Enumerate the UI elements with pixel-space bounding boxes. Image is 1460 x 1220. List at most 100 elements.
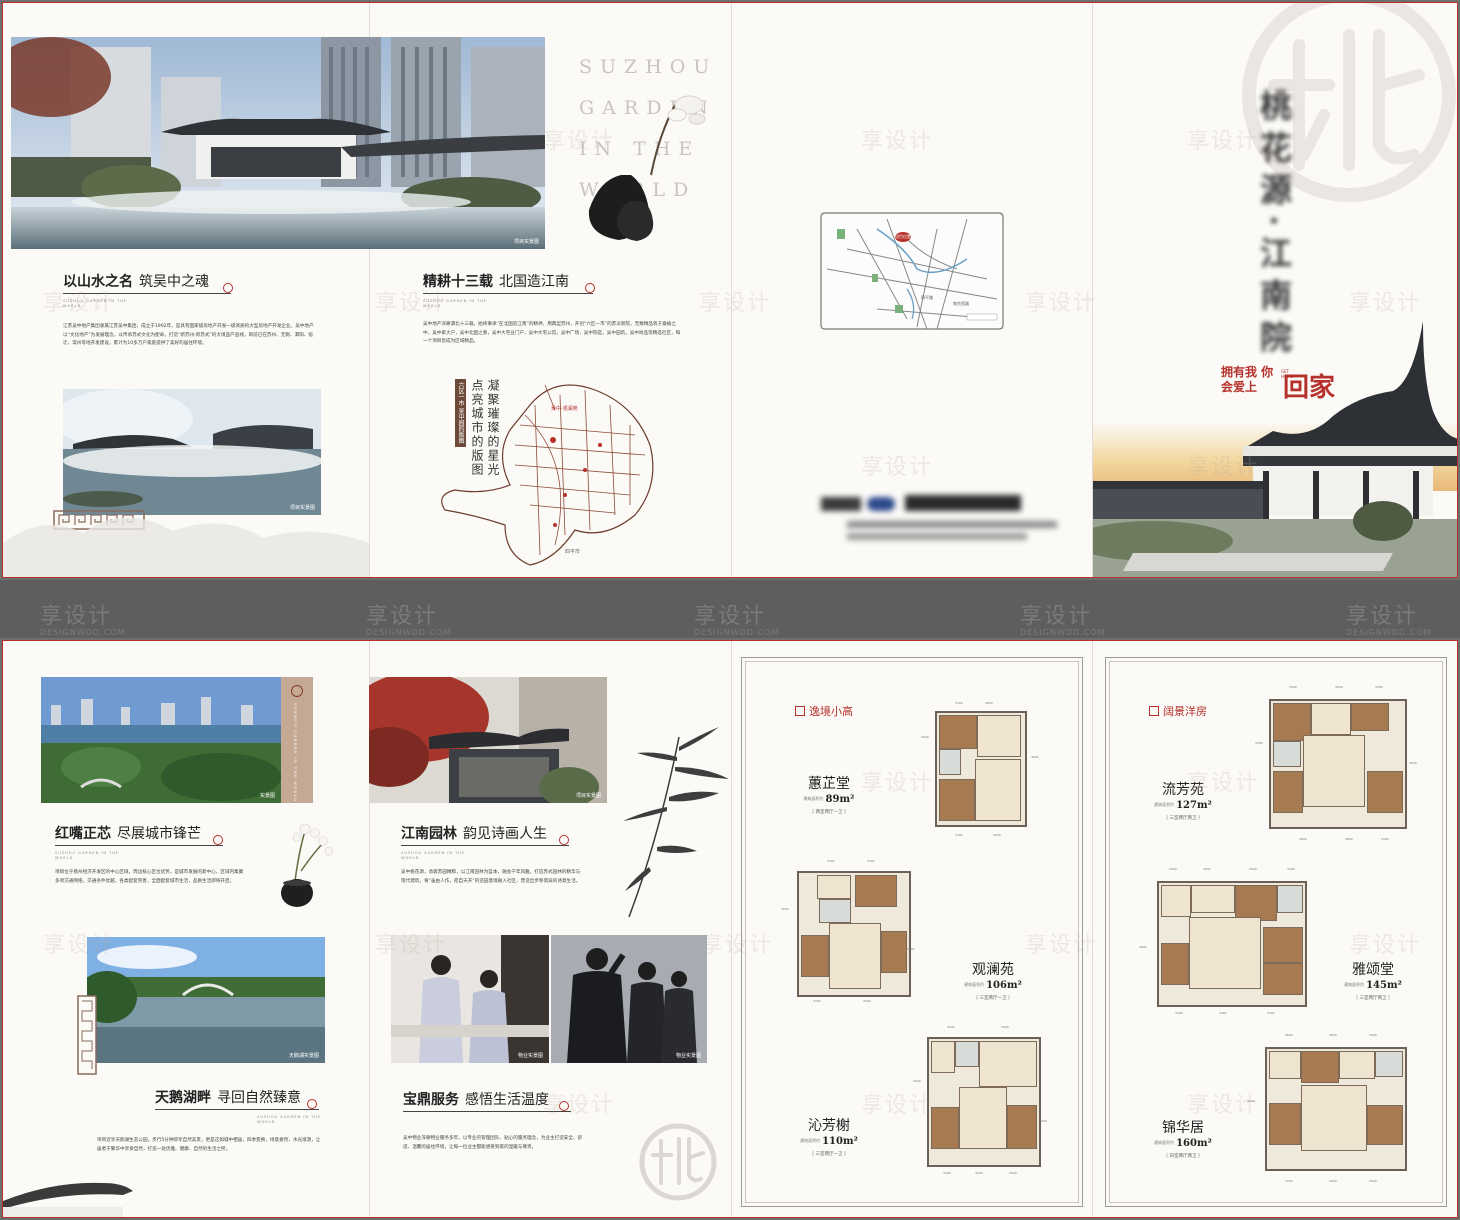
unit-layout: [ 三室两厅两卫 ] <box>1166 816 1200 821</box>
english-tagline: SUZHOU GARDEN IN THE WORLD <box>257 1115 322 1124</box>
english-tagline: SUZHOU GARDEN IN THE WORLD <box>401 851 466 860</box>
map-label: 四平市 <box>565 549 581 555</box>
square-bullet-icon <box>795 706 805 716</box>
photo-caption: 物业实景图 <box>517 1053 543 1059</box>
fold-line <box>731 641 732 1217</box>
section-heading: 以山水之名 筑吴中之魂 <box>63 271 209 291</box>
unit-layout: [ 四室两厅两卫 ] <box>1166 1154 1200 1159</box>
section-title: 逸境小高 <box>795 703 853 719</box>
watermark: 享设计 DESIGNWDD.COM <box>694 604 780 637</box>
location-paragraph: 项目位于扬州经济开发区的中心区域，周边核心区位优势，是城市发展的新中心，区域内集… <box>55 870 244 884</box>
watermark: 享设计 <box>543 1093 616 1118</box>
brochure-inner-sheet: 实景图 SUZHOU GARDEN IN THE WORLD 红嘴正芯 尽展城市锋… <box>2 640 1458 1218</box>
heading-main: 江南园林 <box>401 826 457 842</box>
fold-line <box>731 3 732 577</box>
floorplan-drawing <box>797 871 911 997</box>
floorplan-110: 4500 3300 3000 4900 3300 4000 3300 <box>913 1025 1047 1175</box>
section-heading: 天鹅湖畔 寻回自然臻意 <box>155 1087 301 1107</box>
heading-underline <box>401 845 569 846</box>
red-seal-icon <box>307 1099 317 1109</box>
heading-underline <box>55 845 223 846</box>
red-seal-icon <box>213 835 223 845</box>
floorplan-127: 3300 3600 3300 3300 4500 3900 4800 3300 <box>1255 685 1417 841</box>
unit-name: 沁芳榭 <box>808 1118 850 1134</box>
fold-line <box>1092 641 1093 1217</box>
unit-area: 建筑面积约 110m² <box>800 1136 858 1147</box>
heading-main: 以山水之名 <box>63 274 133 290</box>
unit-area: 建筑面积约 145m² <box>1344 980 1402 991</box>
unit-area: 建筑面积约 89m² <box>803 794 855 805</box>
watermark: 享设计 <box>1025 291 1098 316</box>
intro-paragraph: 江苏吴中地产集团隶属江苏吴中集团，成立于1992年，是具有国家级房地产开发一级资… <box>63 324 314 346</box>
photo-caption: 项目实景图 <box>513 239 539 245</box>
orchid-pot-illustration <box>281 823 334 907</box>
unit-layout: [ 两室两厅一卫 ] <box>812 810 846 815</box>
unit-name: 锦华居 <box>1162 1120 1204 1136</box>
heading-sub: 韵见诗画人生 <box>463 826 547 842</box>
unit-layout: [ 三室两厅两卫 ] <box>1356 996 1390 1001</box>
garden-paragraph: 吴中桃花源，承袭苏园精粹，以江南园林为蓝本，融会千年风雅，打造苏式园林的精华与现… <box>401 870 581 884</box>
unit-area: 建筑面积约 127m² <box>1154 800 1212 811</box>
heading-underline <box>403 1111 571 1112</box>
floorplan-drawing <box>1157 881 1307 1007</box>
concierge-photo: 物业实景图 <box>391 935 549 1063</box>
red-seal-icon <box>559 835 569 845</box>
watermark: 享设计 DESIGNWDD.COM <box>1020 604 1106 637</box>
section-heading: 精耕十三载 北国造江南 <box>423 271 569 291</box>
watermark: 享设计 DESIGNWDD.COM <box>1346 604 1432 637</box>
heading-main: 红嘴正芯 <box>55 826 111 842</box>
pavilion-sunset-illustration <box>1093 321 1457 577</box>
map-label: 项目位置 <box>895 234 911 239</box>
floorplan-drawing <box>1269 699 1407 829</box>
watermark: 享设计 <box>861 455 934 480</box>
unit-name: 蕙芷堂 <box>808 776 850 792</box>
side-label-panel: SUZHOU GARDEN IN THE WORLD <box>281 677 313 803</box>
photo-caption: 项目实景图 <box>575 793 601 799</box>
watermark: 享设计 <box>699 291 772 316</box>
brochure-outer-sheet: 项目实景图 以山水之名 筑吴中之魂 SUZHOU GARDEN IN THE WO… <box>2 2 1458 578</box>
floorplan-drawing <box>1265 1047 1407 1171</box>
section-title-text: 阔景洋房 <box>1163 705 1207 718</box>
eave-roof-decoration <box>3 1182 133 1217</box>
photo-caption: 物业实景图 <box>675 1053 701 1059</box>
watermark: 享设计 DESIGNWDD.COM <box>40 604 126 637</box>
section-heading: 宝鼎服务 感悟生活温度 <box>403 1089 549 1109</box>
floorplan-drawing <box>927 1037 1041 1167</box>
side-label: SUZHOU GARDEN IN THE WORLD <box>293 703 298 803</box>
heading-underline <box>423 293 593 294</box>
unit-name: 流芳苑 <box>1162 782 1204 798</box>
floorplan-drawing <box>935 711 1027 827</box>
section-title: 阔景洋房 <box>1149 703 1207 719</box>
heading-underline <box>63 293 231 294</box>
floorplan-89: 3300 2800 3000 4800 3300 4200 <box>921 701 1039 837</box>
map-label: 四平路 <box>921 295 933 300</box>
photo-caption: 实景图 <box>259 793 275 799</box>
unit-name: 雅颂堂 <box>1352 962 1394 978</box>
watermark: 享设计 <box>861 129 934 154</box>
floorplan-106: 3300 3300 3000 4900 3300 3300 <box>781 859 915 1003</box>
heading-sub: 北国造江南 <box>499 274 569 290</box>
square-bullet-icon <box>1149 706 1159 716</box>
floorplan-145: 2400 4000 3300 3300 3600 3300 4400 3300 <box>1139 865 1311 1021</box>
photo-caption: 天鹅湖实景图 <box>288 1053 319 1059</box>
security-guards-photo: 物业实景图 <box>551 935 707 1063</box>
unit-name: 观澜苑 <box>972 962 1014 978</box>
heading-sub: 筑吴中之魂 <box>139 274 209 290</box>
contact-block-blurred <box>821 493 1061 553</box>
lake-paragraph: 项目近享天鹅湖生态公园，步行5分钟即享自然美景，更是这如城中栖居，四季变换，绿意… <box>97 1138 321 1152</box>
city-district-map <box>441 384 654 566</box>
unit-area: 建筑面积约 106m² <box>964 980 1022 991</box>
english-tagline: SUZHOU GARDEN IN THE WORLD <box>63 299 128 308</box>
ink-mountain-decoration <box>3 517 369 577</box>
red-seal-icon <box>223 283 233 293</box>
brand-logo-icon <box>639 1123 717 1201</box>
vase-magnolia-illustration <box>588 95 706 241</box>
heading-sub: 寻回自然臻意 <box>217 1090 301 1106</box>
section-title-text: 逸境小高 <box>809 705 853 718</box>
garden-pavilion-photo: 项目实景图 <box>11 37 545 249</box>
heading-sub: 感悟生活温度 <box>465 1092 549 1108</box>
heading-sub: 尽展城市锋芒 <box>117 826 201 842</box>
english-tagline: SUZHOU GARDEN IN THE WORLD <box>423 299 488 308</box>
intro-paragraph: 吴中地产深耕泗北十三载，始终秉承“在北国造江南”的精神，用典型苏州，开创“六区一… <box>423 322 681 344</box>
heading-main: 精耕十三载 <box>423 274 493 290</box>
